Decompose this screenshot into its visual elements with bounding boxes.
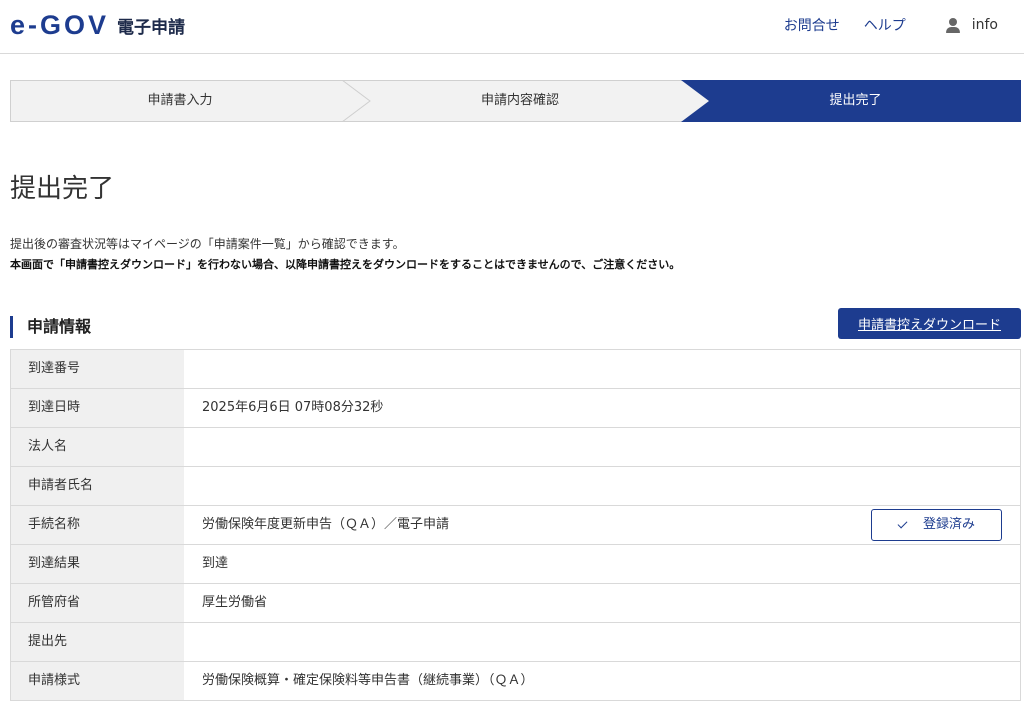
logo-text: 電子申請 (117, 17, 186, 38)
table-row: 法人名 (10, 428, 1021, 467)
table-row: 申請者氏名 (10, 467, 1021, 506)
row-value: 厚生労働省 (202, 595, 268, 610)
procedure-cell: 労働保険年度更新申告（ＱＡ）／電子申請 登録済み (184, 506, 1020, 544)
table-row: 手続名称 労働保険年度更新申告（ＱＡ）／電子申請 登録済み (10, 506, 1021, 545)
status-message: 提出後の審査状況等はマイページの「申請案件一覧」から確認できます。 (10, 237, 405, 251)
row-label: 提出先 (11, 623, 184, 661)
step-complete: 提出完了 (829, 93, 882, 108)
row-label: 所管府省 (11, 584, 184, 622)
registered-button[interactable]: 登録済み (871, 509, 1002, 541)
row-value (184, 428, 1020, 466)
table-row: 到達番号 (10, 350, 1021, 389)
section-title: 申請情報 (10, 316, 91, 338)
user-icon (945, 18, 960, 33)
table-row: 提出先 (10, 623, 1021, 662)
row-value (184, 350, 1020, 388)
row-value: 労働保険年度更新申告（ＱＡ）／電子申請 (202, 517, 450, 532)
row-label: 手続名称 (11, 506, 184, 544)
table-row: 到達日時 2025年6月6日 07時08分32秒 (10, 389, 1021, 428)
application-info-table: 到達番号 到達日時 2025年6月6日 07時08分32秒 法人名 申請者氏名 … (10, 349, 1021, 701)
row-value: 到達 (202, 556, 229, 571)
table-row: 到達結果 到達 (10, 545, 1021, 584)
row-value: 2025年6月6日 07時08分32秒 (202, 400, 384, 415)
logo-mark: e-GOV (10, 10, 110, 40)
registered-label: 登録済み (922, 517, 975, 532)
site-header: e-GOV 電子申請 お問合せ ヘルプ info (0, 0, 1024, 54)
page-title: 提出完了 (10, 174, 115, 204)
row-label: 申請様式 (11, 662, 184, 700)
contact-link[interactable]: お問合せ (784, 15, 840, 35)
download-warning: 本画面で「申請書控えダウンロード」を行わない場合、以降申請書控えをダウンロードを… (10, 258, 681, 271)
help-link[interactable]: ヘルプ (864, 15, 906, 35)
row-value (184, 467, 1020, 505)
step-input: 申請書入力 (147, 93, 213, 108)
row-label: 申請者氏名 (11, 467, 184, 505)
row-label: 到達日時 (11, 389, 184, 427)
row-label: 到達番号 (11, 350, 184, 388)
table-row: 申請様式 労働保険概算・確定保険料等申告書（継続事業）（ＱＡ） (10, 662, 1021, 701)
row-value (184, 623, 1020, 661)
user-menu[interactable]: info (945, 17, 998, 33)
check-icon (897, 518, 908, 529)
row-value: 労働保険概算・確定保険料等申告書（継続事業）（ＱＡ） (202, 673, 534, 688)
row-label: 到達結果 (11, 545, 184, 583)
table-row: 所管府省 厚生労働省 (10, 584, 1021, 623)
user-name: info (971, 17, 998, 33)
egov-logo[interactable]: e-GOV 電子申請 (10, 10, 185, 40)
progress-stepper: 申請書入力 申請内容確認 提出完了 (10, 80, 1021, 122)
step-confirm: 申請内容確認 (480, 93, 559, 108)
header-nav: お問合せ ヘルプ info (784, 0, 998, 50)
row-label: 法人名 (11, 428, 184, 466)
download-copy-button[interactable]: 申請書控えダウンロード (838, 308, 1021, 339)
